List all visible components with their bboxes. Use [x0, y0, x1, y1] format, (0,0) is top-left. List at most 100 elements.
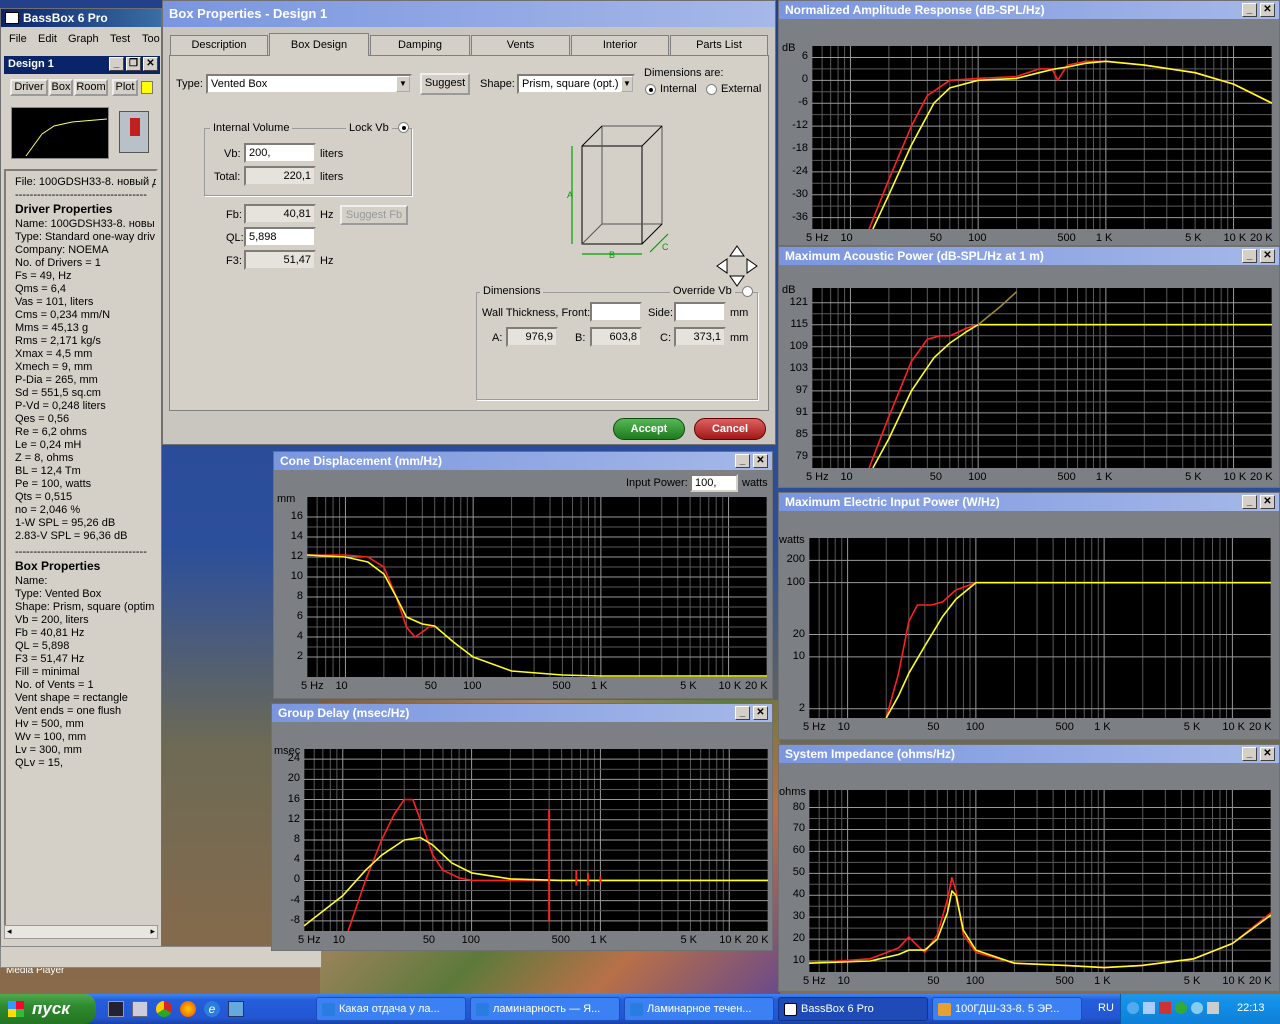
- box-button[interactable]: Box: [49, 79, 73, 96]
- gd-chart-window: Group Delay (msec/Hz) _ ✕ msec 24 20 16 12 8 4 0 -4…: [271, 703, 773, 951]
- plot-button[interactable]: Plot: [112, 79, 138, 96]
- x-tick-label: 5 K: [680, 680, 697, 692]
- rotate-arrows-icon[interactable]: [715, 244, 759, 288]
- plot-area[interactable]: [304, 749, 768, 931]
- chevron-down-icon[interactable]: ▼: [396, 76, 410, 92]
- chart-title-bar[interactable]: Maximum Acoustic Power (dB-SPL/Hz at 1 m…: [779, 247, 1279, 265]
- tray-app-icon[interactable]: [1175, 1002, 1187, 1014]
- minimize-icon[interactable]: _: [735, 454, 750, 468]
- y-tick-label: 30: [792, 910, 805, 923]
- property-line: Xmax = 4,5 mm: [15, 348, 93, 360]
- suggest-fb-button[interactable]: Suggest Fb: [340, 205, 408, 225]
- external-radio[interactable]: [706, 84, 717, 95]
- firefox-icon[interactable]: [180, 1001, 196, 1017]
- minimize-icon[interactable]: _: [109, 57, 124, 71]
- f3-value: 51,47: [244, 250, 316, 270]
- taskbar-item-label: Ламинарное течен...: [647, 1003, 752, 1015]
- x-tick-label: 10 K: [719, 934, 742, 946]
- volume-icon[interactable]: [1191, 1002, 1203, 1014]
- taskbar-item[interactable]: Ламинарное течен...: [624, 997, 774, 1021]
- chart-title-bar[interactable]: Cone Displacement (mm/Hz) _ ✕: [274, 452, 772, 470]
- minimize-icon[interactable]: _: [735, 706, 750, 720]
- close-icon[interactable]: ✕: [753, 454, 768, 468]
- vb-input[interactable]: 200,: [244, 143, 316, 163]
- design-title-bar[interactable]: Design 1 _ ❐ ✕: [4, 56, 160, 74]
- close-icon[interactable]: ✕: [143, 57, 158, 71]
- wall-side-input[interactable]: [674, 302, 726, 322]
- chart-title-bar[interactable]: Group Delay (msec/Hz) _ ✕: [272, 704, 772, 722]
- close-icon[interactable]: ✕: [1260, 249, 1275, 263]
- horizontal-scrollbar[interactable]: ◂ ▸: [4, 925, 158, 939]
- close-icon[interactable]: ✕: [753, 706, 768, 720]
- menu-file[interactable]: File: [9, 33, 27, 45]
- suggest-button[interactable]: Suggest: [420, 73, 470, 95]
- show-desktop-icon[interactable]: [108, 1001, 124, 1017]
- language-indicator[interactable]: RU: [1098, 1002, 1114, 1014]
- network-icon[interactable]: [1143, 1002, 1155, 1014]
- plot-area[interactable]: [812, 46, 1272, 229]
- accept-button[interactable]: Accept: [613, 418, 685, 440]
- security-icon[interactable]: [1159, 1002, 1171, 1014]
- type-select[interactable]: Vented Box ▼: [206, 74, 412, 94]
- room-button[interactable]: Room: [74, 79, 108, 96]
- dialog-title-bar[interactable]: Box Properties - Design 1: [163, 1, 775, 27]
- series-line-0: [885, 581, 1271, 718]
- taskbar-item[interactable]: Какая отдача у ла...: [316, 997, 466, 1021]
- lock-vb-label: Lock Vb: [346, 122, 392, 134]
- chart-title-bar[interactable]: System Impedance (ohms/Hz) _ ✕: [779, 745, 1279, 763]
- y-tick-label: 0: [293, 873, 300, 886]
- input-power-input[interactable]: 100,: [690, 474, 738, 492]
- plot-area[interactable]: [307, 497, 767, 677]
- chart-title-bar[interactable]: Maximum Electric Input Power (W/Hz) _ ✕: [779, 493, 1279, 511]
- start-button[interactable]: пуск: [0, 994, 96, 1024]
- override-vb-radio[interactable]: [742, 286, 753, 297]
- chart-title-bar[interactable]: Normalized Amplitude Response (dB-SPL/Hz…: [779, 1, 1279, 19]
- tray-app-icon[interactable]: [1207, 1002, 1219, 1014]
- x-tick-label: 500: [1055, 975, 1074, 987]
- tray-expand-icon[interactable]: [1127, 1002, 1139, 1014]
- chrome-icon[interactable]: [156, 1001, 172, 1017]
- internal-radio[interactable]: [645, 84, 656, 95]
- app-shortcut-icon[interactable]: [132, 1001, 148, 1017]
- lock-vb-radio[interactable]: [398, 122, 409, 133]
- tab-description[interactable]: Description: [170, 35, 268, 55]
- cancel-button[interactable]: Cancel: [694, 418, 766, 440]
- taskbar-item[interactable]: ламинарность — Я...: [470, 997, 620, 1021]
- x-tick-label: 10: [837, 975, 850, 987]
- menu-tools[interactable]: Too: [142, 33, 160, 45]
- close-icon[interactable]: ✕: [1260, 747, 1275, 761]
- color-swatch[interactable]: [141, 81, 153, 94]
- explorer-icon[interactable]: [228, 1001, 244, 1017]
- minimize-icon[interactable]: _: [1242, 495, 1257, 509]
- ql-input[interactable]: 5,898: [244, 227, 316, 247]
- x-tick-label: 10 K: [1223, 232, 1247, 244]
- menu-graph[interactable]: Graph: [68, 33, 99, 45]
- wall-front-input[interactable]: [590, 302, 642, 322]
- minimize-icon[interactable]: _: [1242, 747, 1257, 761]
- minimize-icon[interactable]: _: [1242, 249, 1257, 263]
- tab-parts-list[interactable]: Parts List: [670, 35, 768, 55]
- minimize-icon[interactable]: _: [1242, 3, 1257, 17]
- restore-icon[interactable]: ❐: [126, 57, 141, 71]
- taskbar-item[interactable]: 100ГДШ-33-8. 5 ЭР...: [932, 997, 1082, 1021]
- y-tick-label: 50: [792, 866, 805, 879]
- plot-area[interactable]: [809, 790, 1271, 972]
- menu-edit[interactable]: Edit: [38, 33, 57, 45]
- close-icon[interactable]: ✕: [1260, 3, 1275, 17]
- taskbar-item-active[interactable]: BassBox 6 Pro: [778, 997, 928, 1021]
- main-title-bar[interactable]: BassBox 6 Pro: [1, 9, 161, 27]
- chevron-down-icon[interactable]: ▼: [621, 76, 633, 92]
- tab-interior[interactable]: Interior: [571, 35, 669, 55]
- menu-test[interactable]: Test: [110, 33, 130, 45]
- tab-vents[interactable]: Vents: [471, 35, 570, 55]
- plot-area[interactable]: [809, 538, 1271, 718]
- ie-icon[interactable]: e: [204, 1001, 220, 1017]
- plot-area[interactable]: [812, 288, 1272, 468]
- tab-box-design[interactable]: Box Design: [269, 33, 369, 56]
- close-icon[interactable]: ✕: [1260, 495, 1275, 509]
- scroll-left-icon[interactable]: ◂: [7, 926, 12, 937]
- scroll-right-icon[interactable]: ▸: [150, 926, 155, 937]
- tab-damping[interactable]: Damping: [370, 35, 470, 55]
- driver-button[interactable]: Driver: [10, 79, 48, 96]
- shape-select[interactable]: Prism, square (opt.) ▼: [517, 74, 635, 94]
